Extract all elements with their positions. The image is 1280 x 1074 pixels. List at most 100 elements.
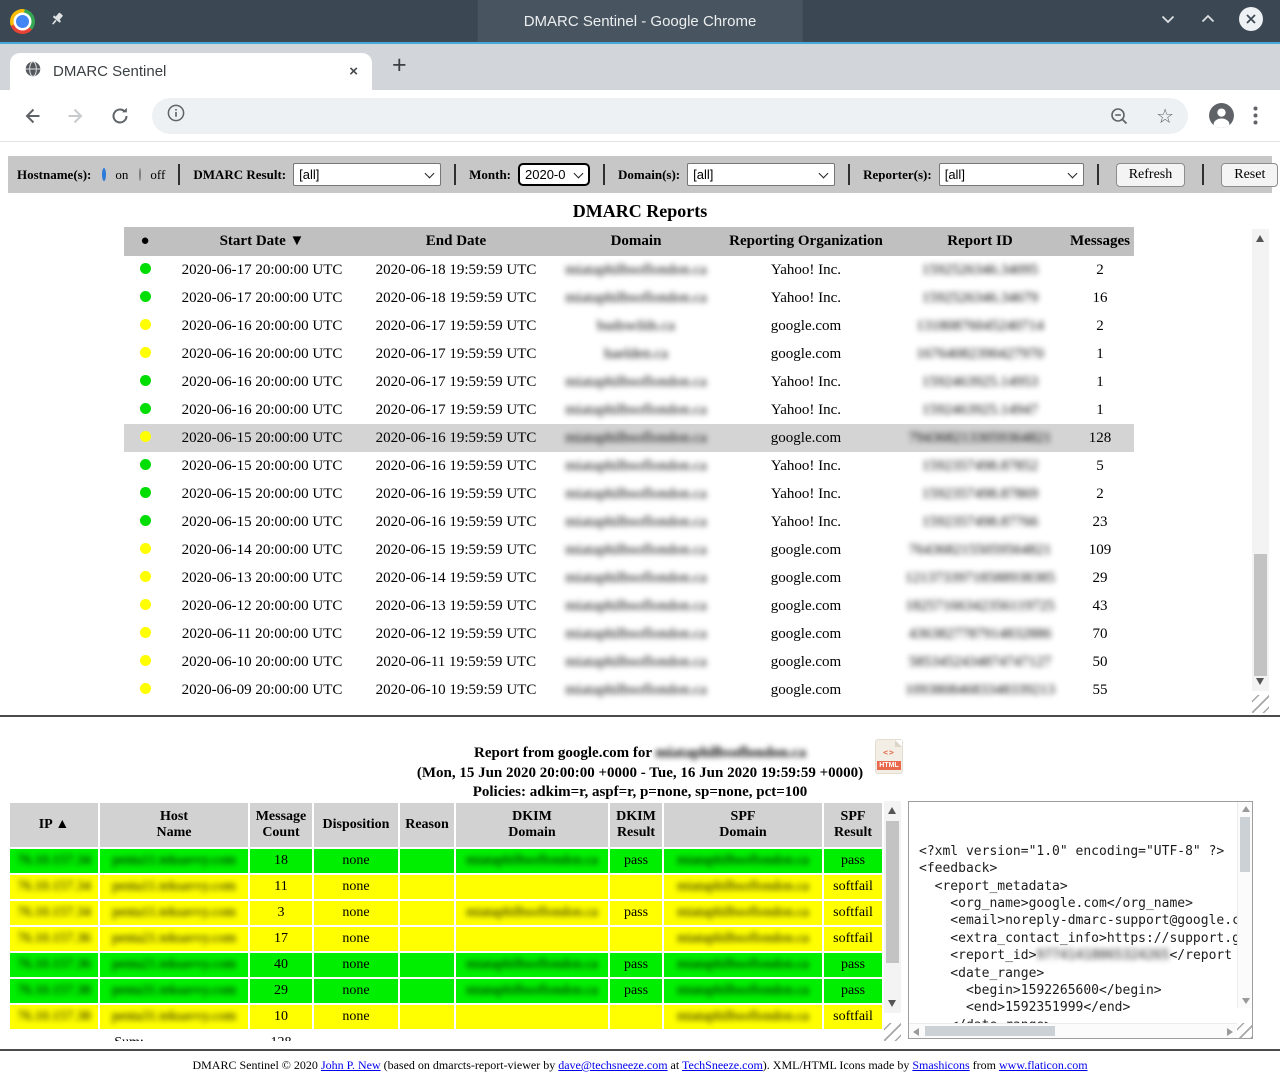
scroll-left-arrow[interactable]	[913, 1028, 919, 1036]
report-row[interactable]: 2020-06-16 20:00:00 UTC2020-06-17 19:59:…	[124, 396, 1134, 424]
reporter-select[interactable]: [all]	[939, 163, 1084, 186]
status-dot-cell	[124, 424, 166, 452]
zoom-out-icon[interactable]	[1108, 105, 1130, 127]
hostname-off-radio[interactable]	[139, 168, 141, 181]
reload-button[interactable]	[109, 105, 131, 127]
records-scrollbar[interactable]	[884, 801, 901, 1013]
scroll-up-arrow[interactable]	[888, 807, 896, 814]
tab-dmarc-sentinel[interactable]: DMARC Sentinel ×	[10, 53, 372, 90]
report-row[interactable]: 2020-06-09 20:00:00 UTC2020-06-10 19:59:…	[124, 676, 1134, 704]
forward-button[interactable]	[65, 105, 87, 127]
back-button[interactable]	[21, 105, 43, 127]
records-column-header[interactable]: SPF Result	[824, 803, 882, 847]
records-column-header[interactable]: Reason	[400, 803, 454, 847]
redacted-text: miataphilbsoflondon.ca	[677, 931, 809, 946]
month-select[interactable]: 2020-06	[518, 163, 590, 186]
records-column-header[interactable]: IP ▲	[10, 803, 98, 847]
scroll-down-arrow[interactable]	[1256, 678, 1264, 685]
hostname-on-label: on	[115, 167, 128, 183]
reporting-org: google.com	[718, 648, 894, 676]
records-column-header[interactable]: SPF Domain	[664, 803, 822, 847]
resize-grip[interactable]	[884, 1023, 901, 1041]
report-row[interactable]: 2020-06-16 20:00:00 UTC2020-06-17 19:59:…	[124, 340, 1134, 368]
records-column-header[interactable]: DKIM Domain	[456, 803, 608, 847]
report-row[interactable]: 2020-06-15 20:00:00 UTC2020-06-16 19:59:…	[124, 508, 1134, 536]
records-column-header[interactable]: Disposition	[314, 803, 398, 847]
start-date: 2020-06-15 20:00:00 UTC	[166, 424, 358, 452]
xml-source-textarea[interactable]: <?xml version="1.0" encoding="UTF-8" ?><…	[908, 801, 1253, 1039]
scroll-up-arrow[interactable]	[1242, 806, 1250, 812]
xml-vertical-scrollbar[interactable]	[1237, 802, 1252, 1008]
scroll-down-arrow[interactable]	[888, 1000, 896, 1007]
reset-button[interactable]: Reset	[1221, 163, 1278, 187]
footer-link[interactable]: John P. New	[321, 1058, 381, 1072]
scroll-down-arrow[interactable]	[1242, 998, 1250, 1004]
reporting-org: Yahoo! Inc.	[718, 396, 894, 424]
html-file-icon[interactable]: <> HTML	[876, 740, 902, 773]
bookmark-star-icon[interactable]: ☆	[1156, 106, 1174, 126]
col-end-date[interactable]: End Date	[358, 227, 554, 256]
report-domain: miataphilbsoflondon.ca	[554, 648, 718, 676]
redacted-text: haelden.ca	[604, 346, 668, 362]
resize-grip[interactable]	[1252, 695, 1269, 713]
report-row[interactable]: 2020-06-11 20:00:00 UTC2020-06-12 19:59:…	[124, 620, 1134, 648]
records-column-header[interactable]: Message Count	[250, 803, 312, 847]
col-start-date[interactable]: Start Date ▼	[166, 227, 358, 256]
page-info-icon[interactable]	[166, 103, 186, 128]
record-row: 76.10.157.38penta31.teksavvy.com10nonemi…	[10, 1005, 882, 1029]
dkim-result	[610, 1005, 662, 1029]
col-messages[interactable]: Messages	[1066, 227, 1134, 256]
report-row[interactable]: 2020-06-14 20:00:00 UTC2020-06-15 19:59:…	[124, 536, 1134, 564]
address-bar[interactable]: ☆	[152, 98, 1188, 134]
scrollbar-thumb[interactable]	[1240, 817, 1250, 872]
footer-link[interactable]: Smashicons	[912, 1058, 969, 1072]
redacted-text: miataphilbsoflondon.ca	[565, 290, 706, 306]
col-reporting-org[interactable]: Reporting Organization	[718, 227, 894, 256]
textarea-resize-grip[interactable]	[1237, 1023, 1252, 1038]
hostname-on-radio[interactable]	[102, 168, 106, 181]
host-name: penta21.teksavvy.com	[100, 953, 248, 977]
report-row[interactable]: 2020-06-10 20:00:00 UTC2020-06-11 19:59:…	[124, 648, 1134, 676]
profile-avatar[interactable]	[1208, 102, 1235, 129]
reports-table-body: 2020-06-17 20:00:00 UTC2020-06-18 19:59:…	[124, 256, 1134, 704]
scroll-up-arrow[interactable]	[1256, 235, 1264, 242]
scrollbar-thumb[interactable]	[886, 821, 899, 963]
tab-close-button[interactable]: ×	[349, 63, 358, 80]
dmarc-result-select[interactable]: [all]	[293, 163, 441, 186]
footer-link[interactable]: www.flaticon.com	[999, 1058, 1088, 1072]
scrollbar-thumb[interactable]	[925, 1026, 1055, 1036]
dkim-result	[610, 927, 662, 951]
new-tab-button[interactable]: +	[392, 51, 407, 80]
col-domain[interactable]: Domain	[554, 227, 718, 256]
report-row[interactable]: 2020-06-16 20:00:00 UTC2020-06-17 19:59:…	[124, 312, 1134, 340]
redacted-text: miataphilbsoflondon.ca	[677, 1009, 809, 1024]
scrollbar-thumb[interactable]	[1254, 554, 1267, 676]
report-row[interactable]: 2020-06-17 20:00:00 UTC2020-06-18 19:59:…	[124, 256, 1134, 284]
footer-link[interactable]: dave@techsneeze.com	[558, 1058, 667, 1072]
report-row[interactable]: 2020-06-15 20:00:00 UTC2020-06-16 19:59:…	[124, 452, 1134, 480]
minimize-button[interactable]	[1158, 9, 1178, 34]
footer-link[interactable]: TechSneeze.com	[682, 1058, 763, 1072]
report-row[interactable]: 2020-06-15 20:00:00 UTC2020-06-16 19:59:…	[124, 480, 1134, 508]
report-row[interactable]: 2020-06-13 20:00:00 UTC2020-06-14 19:59:…	[124, 564, 1134, 592]
maximize-button[interactable]	[1198, 9, 1218, 34]
records-column-header[interactable]: Host Name	[100, 803, 248, 847]
records-sum-row: Sum:128	[10, 1031, 882, 1041]
browser-menu-button[interactable]	[1253, 106, 1258, 125]
reports-table: ● Start Date ▼ End Date Domain Reporting…	[124, 227, 1134, 704]
report-row[interactable]: 2020-06-12 20:00:00 UTC2020-06-13 19:59:…	[124, 592, 1134, 620]
col-report-id[interactable]: Report ID	[894, 227, 1066, 256]
message-count: 2	[1066, 480, 1134, 508]
records-column-header[interactable]: DKIM Result	[610, 803, 662, 847]
report-row[interactable]: 2020-06-16 20:00:00 UTC2020-06-17 19:59:…	[124, 368, 1134, 396]
dkim-result: pass	[610, 901, 662, 925]
domain-select[interactable]: [all]	[687, 163, 835, 186]
report-row[interactable]: 2020-06-17 20:00:00 UTC2020-06-18 19:59:…	[124, 284, 1134, 312]
reports-scrollbar[interactable]	[1252, 229, 1269, 691]
scroll-right-arrow[interactable]	[1227, 1028, 1233, 1036]
close-window-button[interactable]	[1238, 6, 1264, 37]
refresh-button[interactable]: Refresh	[1116, 163, 1186, 187]
status-dot	[140, 291, 151, 302]
xml-horizontal-scrollbar[interactable]	[909, 1023, 1237, 1038]
report-row[interactable]: 2020-06-15 20:00:00 UTC2020-06-16 19:59:…	[124, 424, 1134, 452]
